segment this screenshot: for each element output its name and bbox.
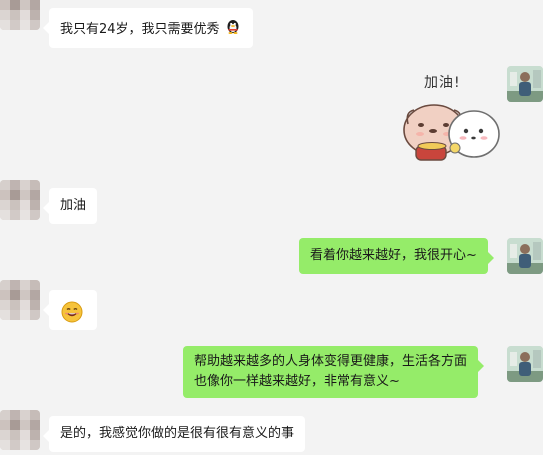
- my-avatar[interactable]: [507, 238, 543, 274]
- contact-avatar[interactable]: [0, 280, 40, 320]
- message-text-line-1: 帮助越来越多的人身体变得更健康，生活各方面: [194, 354, 468, 369]
- qq-penguin-icon: [224, 17, 242, 42]
- message-row: 帮助越来越多的人身体变得更健康，生活各方面 也像你一样越来越好，非常有意义~: [0, 344, 543, 402]
- message-row: 加油: [0, 178, 543, 226]
- chat-history: 我只有24岁，我只需要优秀 加油! 加油 看着你越来越好，我很开心~ 帮助越来越…: [0, 0, 543, 455]
- cheer-bears-sticker[interactable]: 加油!: [398, 68, 502, 166]
- my-avatar[interactable]: [507, 66, 543, 102]
- contact-avatar[interactable]: [0, 410, 40, 450]
- message-bubble[interactable]: 加油: [42, 188, 98, 224]
- message-text: 加油: [60, 198, 87, 213]
- message-bubble[interactable]: [43, 290, 97, 330]
- message-bubble[interactable]: 是的，我感觉你做的是很有很有意义的事: [42, 416, 306, 452]
- my-avatar[interactable]: [507, 346, 543, 382]
- message-row: 看着你越来越好，我很开心~: [0, 236, 543, 284]
- message-bubble[interactable]: 帮助越来越多的人身体变得更健康，生活各方面 也像你一样越来越好，非常有意义~: [183, 346, 485, 398]
- message-text: 我只有24岁，我只需要优秀: [60, 22, 220, 37]
- contact-avatar[interactable]: [0, 180, 40, 220]
- message-bubble[interactable]: 我只有24岁，我只需要优秀: [43, 8, 253, 48]
- message-text-line-2: 也像你一样越来越好，非常有意义~: [194, 374, 400, 389]
- message-row: [0, 280, 543, 336]
- message-row: 加油!: [0, 66, 543, 170]
- message-row: 我只有24岁，我只需要优秀: [0, 0, 543, 56]
- smile-emoji: [61, 301, 83, 330]
- message-text: 看着你越来越好，我很开心~: [310, 248, 477, 263]
- message-text: 是的，我感觉你做的是很有很有意义的事: [60, 426, 295, 441]
- message-bubble[interactable]: 看着你越来越好，我很开心~: [299, 238, 494, 274]
- contact-avatar[interactable]: [0, 0, 40, 30]
- message-row: 是的，我感觉你做的是很有很有意义的事: [0, 406, 543, 455]
